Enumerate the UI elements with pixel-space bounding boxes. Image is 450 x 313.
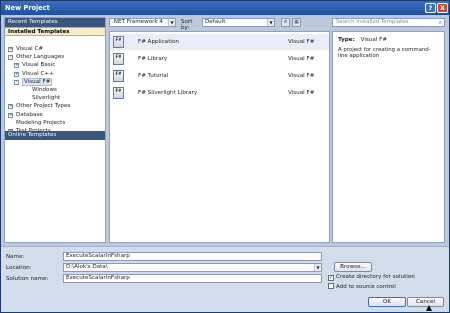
close-button[interactable]: X	[437, 3, 448, 13]
template-name: F# Library	[138, 56, 168, 62]
ok-button[interactable]: OK	[368, 297, 406, 307]
tree-item-label: Other Project Types	[16, 103, 71, 110]
help-button[interactable]: ?	[425, 3, 436, 13]
recent-templates-header[interactable]: Recent Templates	[5, 18, 105, 27]
template-list: F# F# Application Visual F# F# F# Library Vis…	[109, 31, 330, 243]
template-categories-pane: Recent Templates Installed Templates + Vi…	[4, 17, 106, 243]
fsharp-library-icon: F#	[113, 53, 124, 65]
sort-value: Default	[205, 19, 226, 25]
tree-item[interactable]: + Other Project Types	[5, 103, 105, 111]
create-directory-checkbox[interactable]: ✓ Create directory for solution	[328, 274, 415, 281]
search-templates-input[interactable]: Search Installed Templates ⌕	[332, 18, 445, 27]
template-type: Type: Visual F#	[338, 37, 439, 43]
tree-item-label: Visual Basic	[22, 62, 56, 69]
tree-item[interactable]: + Visual C++	[5, 71, 105, 79]
tree-item-label: Modeling Projects	[16, 119, 66, 126]
tree-item-label: Windows	[32, 86, 57, 93]
fsharp-application-icon: F#	[113, 36, 124, 48]
template-name: F# Application	[138, 39, 179, 45]
project-form: Name: ExecuteScalarInFsharp Location: D:…	[1, 246, 449, 312]
template-language: Visual F#	[288, 39, 315, 45]
tree-item[interactable]: + Visual Basic	[5, 62, 105, 70]
template-language: Visual F#	[288, 56, 315, 62]
tree-item-label: Visual C++	[22, 70, 54, 77]
sort-dropdown[interactable]: Default ▼	[202, 18, 275, 27]
template-name: F# Silverlight Library	[138, 90, 198, 96]
expand-icon[interactable]: +	[14, 63, 19, 69]
add-source-control-checkbox[interactable]: Add to source control	[328, 283, 396, 290]
tree-item[interactable]: + Database	[5, 112, 105, 120]
expand-icon[interactable]: +	[14, 71, 19, 77]
tree-item[interactable]: Modeling Projects	[5, 120, 105, 128]
location-label: Location:	[6, 265, 32, 271]
tree-item-label: Visual C#	[16, 46, 44, 52]
template-row[interactable]: F# F# Tutorial Visual F#	[110, 68, 329, 84]
title-bar[interactable]: New Project ? X	[1, 1, 449, 15]
tree-item[interactable]: - Other Languages	[5, 54, 105, 62]
template-row[interactable]: F# F# Library Visual F#	[110, 51, 329, 67]
expand-icon[interactable]: +	[8, 112, 13, 118]
template-language: Visual F#	[288, 90, 315, 96]
expand-icon[interactable]: +	[8, 104, 13, 110]
tree-item[interactable]: - Visual F#	[5, 77, 105, 87]
fsharp-silverlight-library-icon: F#	[113, 87, 124, 99]
framework-value: .NET Framework 4	[112, 19, 163, 25]
search-placeholder: Search Installed Templates	[336, 19, 409, 25]
create-directory-label: Create directory for solution	[336, 274, 415, 280]
template-row[interactable]: F# F# Application Visual F#	[110, 34, 329, 50]
template-name: F# Tutorial	[138, 73, 169, 79]
tree-item-label: Database	[16, 111, 43, 118]
name-label: Name:	[6, 254, 25, 260]
template-description: A project for creating a command-line ap…	[338, 47, 431, 60]
collapse-icon[interactable]: -	[14, 79, 19, 85]
chevron-down-icon: ▼	[168, 19, 175, 26]
installed-templates-header[interactable]: Installed Templates	[5, 27, 105, 36]
tree-item-label: Visual F#	[22, 77, 53, 86]
type-label: Type:	[338, 37, 355, 43]
template-row[interactable]: F# F# Silverlight Library Visual F#	[110, 85, 329, 101]
mouse-cursor-icon	[426, 305, 432, 311]
type-value: Visual F#	[360, 37, 388, 43]
add-source-control-label: Add to source control	[336, 284, 396, 290]
framework-dropdown[interactable]: .NET Framework 4 ▼	[109, 18, 176, 27]
new-project-dialog: New Project ? X Recent Templates Install…	[0, 0, 450, 313]
location-value: D:\Alok's Data\	[66, 264, 108, 270]
template-tree: + Visual C# - Other Languages + Visual Basic +…	[5, 46, 105, 136]
checkbox-unchecked-icon[interactable]	[328, 283, 334, 289]
tree-item-label: Silverlight	[32, 95, 61, 102]
template-language: Visual F#	[288, 73, 315, 79]
grid-view-icon[interactable]: ▦	[292, 18, 301, 27]
chevron-down-icon: ▼	[314, 264, 321, 271]
tree-item-label: Other Languages	[16, 54, 65, 61]
template-details-pane: Type: Visual F# A project for creating a…	[332, 31, 445, 243]
project-name-input[interactable]: ExecuteScalarInFsharp	[63, 252, 322, 261]
browse-button[interactable]: Browse...	[334, 262, 372, 272]
search-icon[interactable]: ⌕	[439, 19, 442, 26]
online-templates-header[interactable]: Online Templates	[5, 131, 105, 140]
tree-item[interactable]: Silverlight	[5, 95, 105, 103]
sort-by-label: Sort by:	[181, 19, 193, 31]
solution-name-input[interactable]: ExecuteScalarInFsharp	[63, 274, 322, 283]
tree-item[interactable]: Windows	[5, 87, 105, 95]
tree-item[interactable]: + Visual C#	[5, 46, 105, 54]
expand-icon[interactable]: +	[8, 47, 13, 52]
checkbox-checked-icon[interactable]: ✓	[328, 275, 334, 281]
location-combo[interactable]: D:\Alok's Data\ ▼	[63, 263, 322, 272]
fsharp-tutorial-icon: F#	[113, 70, 124, 82]
solution-name-label: Solution name:	[6, 276, 49, 282]
collapse-icon[interactable]: -	[8, 55, 13, 61]
list-view-icon[interactable]: ≡	[281, 18, 290, 27]
dialog-title: New Project	[5, 4, 50, 12]
chevron-down-icon: ▼	[267, 19, 274, 26]
